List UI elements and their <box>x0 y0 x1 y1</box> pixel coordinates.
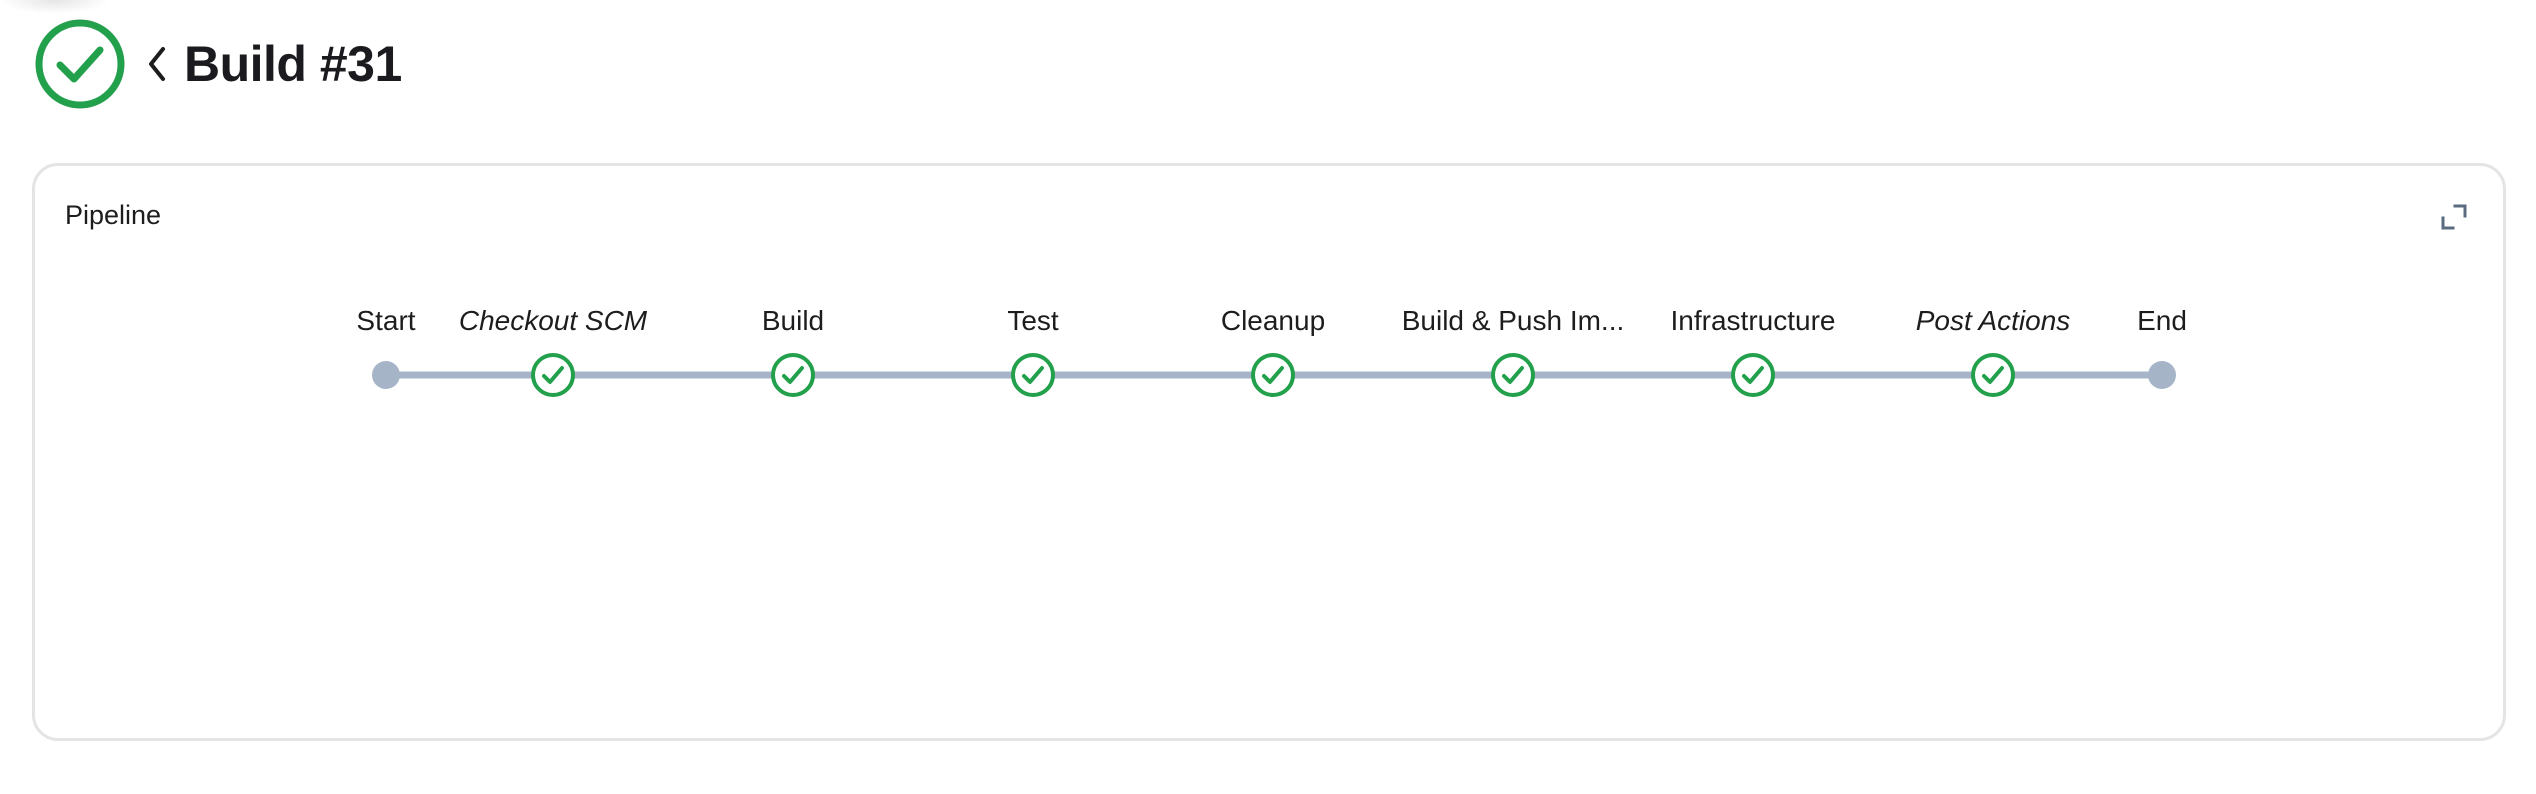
stage-success-icon[interactable] <box>769 351 817 399</box>
stage-label: Build <box>761 305 825 336</box>
stage-label: Checkout SCM <box>458 305 648 336</box>
stage-label: Cleanup <box>1220 305 1326 336</box>
pipeline-stage[interactable]: Build & Push Im... <box>1393 166 1633 406</box>
pipeline-stage[interactable]: Infrastructure <box>1633 166 1873 406</box>
stage-label: End <box>2137 305 2187 336</box>
stage-label: Infrastructure <box>1670 305 1836 336</box>
stage-label: Build & Push Im... <box>1401 305 1625 336</box>
back-button[interactable] <box>140 41 174 87</box>
chevron-left-icon <box>149 47 165 81</box>
stage-success-icon[interactable] <box>529 351 577 399</box>
stage-success-icon[interactable] <box>1729 351 1777 399</box>
build-header: Build #31 <box>34 18 402 110</box>
stage-success-icon[interactable] <box>1489 351 1537 399</box>
pipeline-graph: Start Checkout SCM Build Test Cleanup Build &… <box>35 166 2503 738</box>
stage-success-icon[interactable] <box>1009 351 1057 399</box>
endpoint-node <box>372 361 400 389</box>
window-corner-shadow <box>0 0 110 14</box>
check-circle-icon <box>35 19 125 109</box>
endpoint-node <box>2148 361 2176 389</box>
pipeline-stage[interactable]: Checkout SCM <box>433 166 673 406</box>
page-title: Build #31 <box>184 36 402 92</box>
pipeline-stage[interactable]: Build <box>673 166 913 406</box>
pipeline-card: Pipeline Start Checkout SCM Build Test Clean… <box>32 163 2506 741</box>
pipeline-stage[interactable]: Cleanup <box>1153 166 1393 406</box>
stage-label: Test <box>1007 305 1059 336</box>
pipeline-stage[interactable]: End <box>2042 166 2282 406</box>
stage-success-icon[interactable] <box>1249 351 1297 399</box>
pipeline-stage[interactable]: Test <box>913 166 1153 406</box>
stage-success-icon[interactable] <box>1969 351 2017 399</box>
